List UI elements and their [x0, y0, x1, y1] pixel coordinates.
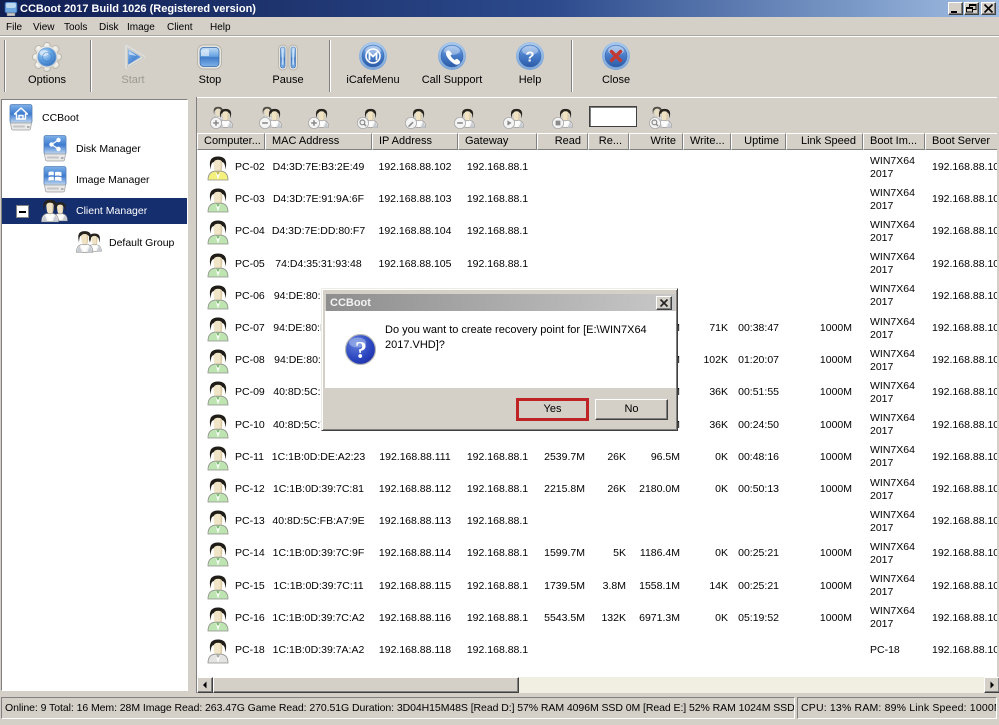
svg-text:?: ?: [525, 49, 534, 66]
svg-text:?: ?: [355, 338, 367, 364]
